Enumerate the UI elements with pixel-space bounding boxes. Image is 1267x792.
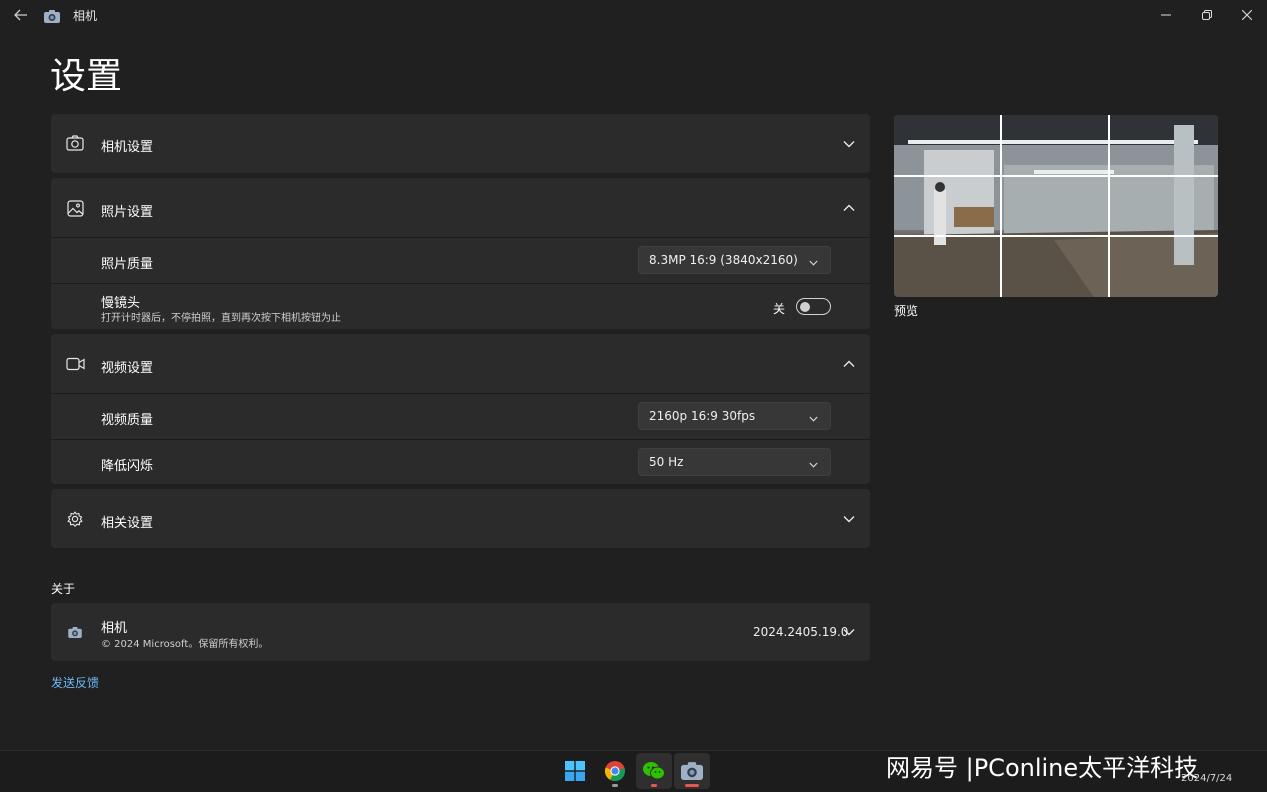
windows-start-icon[interactable] bbox=[557, 753, 593, 789]
video-icon bbox=[65, 354, 85, 374]
chevron-up-icon[interactable] bbox=[842, 357, 856, 371]
send-feedback-link[interactable]: 发送反馈 bbox=[51, 674, 99, 691]
chevron-up-icon[interactable] bbox=[842, 201, 856, 215]
burst-row: 慢镜头 打开计时器后，不停拍照，直到再次按下相机按钮为止 关 bbox=[51, 284, 870, 329]
video-settings-header[interactable]: 视频设置 bbox=[51, 334, 870, 393]
about-heading: 关于 bbox=[51, 582, 76, 596]
about-copyright: © 2024 Microsoft。保留所有权利。 bbox=[101, 639, 269, 650]
video-quality-dropdown[interactable]: 2160p 16:9 30fps bbox=[638, 402, 831, 430]
about-version: 2024.2405.19.0 bbox=[753, 625, 849, 639]
running-indicator bbox=[612, 784, 618, 787]
restore-button[interactable] bbox=[1186, 0, 1228, 30]
burst-description: 打开计时器后，不停拍照，直到再次按下相机按钮为止 bbox=[101, 313, 341, 324]
camera-app-icon bbox=[44, 8, 60, 27]
photo-quality-value: 8.3MP 16:9 (3840x2160) bbox=[649, 253, 798, 267]
photo-settings-header[interactable]: 照片设置 bbox=[51, 178, 870, 237]
camera-icon bbox=[65, 133, 85, 153]
preview-label: 预览 bbox=[894, 304, 919, 318]
photo-quality-dropdown[interactable]: 8.3MP 16:9 (3840x2160) bbox=[638, 246, 831, 274]
photo-quality-label: 照片质量 bbox=[101, 257, 154, 272]
running-indicator bbox=[651, 784, 657, 787]
watermark: 网易号 |PConline太平洋科技 bbox=[886, 754, 1199, 782]
camera-taskbar-icon[interactable] bbox=[674, 753, 710, 789]
window-title: 相机 bbox=[73, 9, 98, 23]
flicker-row: 降低闪烁 50 Hz bbox=[51, 440, 870, 484]
camera-preview bbox=[894, 115, 1218, 297]
related-settings-card[interactable]: 相关设置 bbox=[51, 489, 870, 548]
chevron-down-icon[interactable] bbox=[842, 512, 856, 526]
minimize-button[interactable] bbox=[1145, 0, 1187, 30]
taskbar-date[interactable]: 2024/7/24 bbox=[1181, 773, 1232, 784]
video-settings-card: 视频设置 视频质量 2160p 16:9 30fps 降低闪烁 50 Hz bbox=[51, 334, 870, 484]
video-quality-row: 视频质量 2160p 16:9 30fps bbox=[51, 394, 870, 439]
video-quality-value: 2160p 16:9 30fps bbox=[649, 409, 756, 423]
title-bar: 相机 bbox=[0, 0, 1267, 30]
flicker-dropdown[interactable]: 50 Hz bbox=[638, 448, 831, 476]
photo-settings-label: 照片设置 bbox=[101, 205, 154, 220]
photo-settings-card: 照片设置 照片质量 8.3MP 16:9 (3840x2160) 慢镜头 打开计… bbox=[51, 178, 870, 329]
burst-toggle-state: 关 bbox=[773, 302, 786, 316]
burst-toggle[interactable] bbox=[796, 298, 831, 315]
chevron-down-icon bbox=[809, 255, 818, 269]
camera-settings-card[interactable]: 相机设置 bbox=[51, 114, 870, 173]
back-icon[interactable] bbox=[10, 5, 32, 25]
chevron-down-icon[interactable] bbox=[842, 625, 856, 639]
page-title: 设置 bbox=[50, 56, 123, 97]
photo-icon bbox=[65, 198, 85, 218]
active-indicator bbox=[685, 784, 699, 787]
chevron-down-icon[interactable] bbox=[842, 137, 856, 151]
camera-settings-label: 相机设置 bbox=[101, 140, 154, 155]
camera-app-icon bbox=[65, 622, 85, 642]
chevron-down-icon bbox=[809, 411, 818, 425]
gear-icon bbox=[65, 509, 85, 529]
related-settings-label: 相关设置 bbox=[101, 516, 154, 531]
chevron-down-icon bbox=[809, 457, 818, 471]
photo-quality-row: 照片质量 8.3MP 16:9 (3840x2160) bbox=[51, 238, 870, 283]
chrome-icon[interactable] bbox=[597, 753, 633, 789]
video-settings-label: 视频设置 bbox=[101, 361, 154, 376]
flicker-label: 降低闪烁 bbox=[101, 459, 154, 474]
close-button[interactable] bbox=[1226, 0, 1267, 30]
about-card[interactable]: 相机 © 2024 Microsoft。保留所有权利。 2024.2405.19… bbox=[51, 603, 870, 661]
preview-image bbox=[894, 115, 1218, 297]
toggle-knob bbox=[800, 302, 810, 312]
flicker-value: 50 Hz bbox=[649, 455, 684, 469]
video-quality-label: 视频质量 bbox=[101, 413, 154, 428]
about-app-name: 相机 bbox=[101, 621, 128, 636]
wechat-icon[interactable] bbox=[636, 753, 672, 789]
